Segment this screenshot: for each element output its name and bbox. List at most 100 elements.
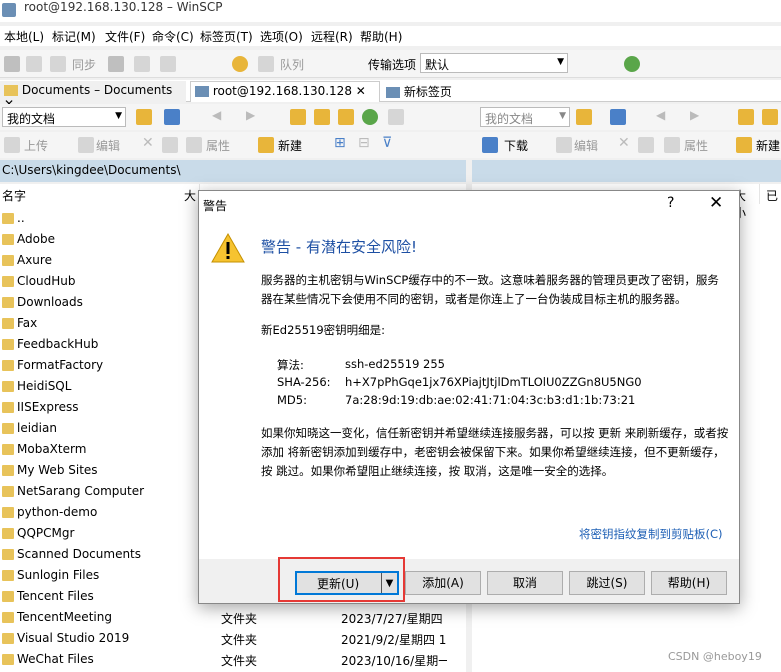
sync-label[interactable]: 同步: [72, 56, 96, 73]
properties-button[interactable]: 属性: [206, 137, 230, 154]
dialog-message: 服务器的主机密钥与WinSCP缓存中的不一致。这意味着服务器的管理员更改了密钥，…: [261, 273, 719, 306]
left-path-bar[interactable]: C:\Users\kingdee\Documents\: [0, 160, 466, 182]
back-icon[interactable]: ◀: [212, 108, 221, 122]
file-name: Visual Studio 2019: [17, 631, 130, 645]
file-name: QQPCMgr: [17, 526, 75, 540]
right-location-select[interactable]: 我的文档 ▼: [480, 107, 570, 127]
transfer-options-label: 传输选项: [368, 58, 417, 72]
folder-icon: [2, 486, 14, 497]
right-path-bar[interactable]: [472, 160, 781, 182]
refresh-icon[interactable]: [362, 109, 378, 125]
chevron-down-icon: ▼: [115, 111, 122, 121]
tab-remote-session[interactable]: root@192.168.130.128 ✕: [190, 81, 380, 102]
sha256-value: h+X7pPhGqe1jx76XPiajtJtjlDmTLOlU0ZZGn8U5…: [345, 375, 642, 389]
filter-icon[interactable]: [610, 109, 626, 125]
back-icon[interactable]: ◀: [656, 108, 665, 122]
column-header-changed[interactable]: 已: [764, 184, 781, 204]
home-icon[interactable]: [338, 109, 354, 125]
file-row[interactable]: TencentMeeting 文件夹 2023/7/27/星期四: [0, 608, 466, 629]
upload-icon[interactable]: [4, 137, 20, 153]
left-location-select[interactable]: 我的文档 ▼: [2, 107, 126, 127]
properties-icon[interactable]: [664, 137, 680, 153]
preferences-gear-icon[interactable]: [232, 56, 248, 72]
sync-icon[interactable]: [50, 56, 66, 72]
parent-dir-icon[interactable]: [290, 109, 306, 125]
close-icon[interactable]: ✕: [356, 84, 366, 98]
delete-icon[interactable]: ✕: [618, 135, 630, 151]
md5-label: MD5:: [277, 393, 307, 407]
skip-button[interactable]: 跳过(S): [569, 571, 645, 595]
delete-icon[interactable]: ✕: [142, 135, 154, 151]
menu-local[interactable]: 本地(L): [4, 28, 44, 45]
menu-command[interactable]: 命令(C): [152, 28, 194, 45]
select-icon[interactable]: ⊽: [382, 135, 392, 151]
menu-help[interactable]: 帮助(H): [360, 28, 402, 45]
compare-icon[interactable]: [4, 56, 20, 72]
close-icon[interactable]: ✕: [709, 193, 723, 213]
minus-icon[interactable]: ⊟: [358, 135, 370, 151]
folder-icon: [2, 465, 14, 476]
transfer-options-select[interactable]: 默认 ▼: [420, 53, 568, 73]
open-folder-icon[interactable]: [576, 109, 592, 125]
find-icon[interactable]: [388, 109, 404, 125]
menu-tabs[interactable]: 标签页(T): [200, 28, 253, 45]
menu-mark[interactable]: 标记(M): [52, 28, 96, 45]
properties-button[interactable]: 属性: [684, 137, 708, 154]
file-name: NetSarang Computer: [17, 484, 145, 498]
tab-label: Documents – Documents: [21, 83, 173, 97]
forward-icon[interactable]: ▶: [246, 108, 255, 122]
copy-fingerprint-link[interactable]: 将密钥指纹复制到剪贴板(C): [579, 526, 723, 542]
forward-icon[interactable]: ▶: [690, 108, 699, 122]
menu-options[interactable]: 选项(O): [260, 28, 303, 45]
rename-icon[interactable]: [638, 137, 654, 153]
transfer-icon[interactable]: [160, 56, 176, 72]
tab-label: 新标签页: [403, 85, 452, 99]
terminal-icon[interactable]: [108, 56, 124, 72]
menu-file[interactable]: 文件(F): [105, 28, 145, 45]
file-row[interactable]: WeChat Files 文件夹 2023/10/16/星期一: [0, 650, 466, 671]
file-name: Tencent Files: [17, 589, 94, 603]
tab-new[interactable]: 新标签页 ▼: [382, 81, 466, 114]
filter-icon[interactable]: [164, 109, 180, 125]
open-folder-icon[interactable]: [136, 109, 152, 125]
new-folder-icon[interactable]: [736, 137, 752, 153]
folder-icon: [2, 423, 14, 434]
new-folder-icon[interactable]: [258, 137, 274, 153]
edit-icon[interactable]: [78, 137, 94, 153]
root-dir-icon[interactable]: [314, 109, 330, 125]
file-name: MobaXterm: [17, 442, 87, 456]
queue-icon[interactable]: [258, 56, 274, 72]
download-icon[interactable]: [482, 137, 498, 153]
edit-button[interactable]: 编辑: [96, 137, 120, 154]
root-dir-icon[interactable]: [762, 109, 778, 125]
refresh-globe-icon[interactable]: [624, 56, 640, 72]
plus-icon[interactable]: ⊞: [334, 135, 346, 151]
file-row[interactable]: Visual Studio 2019 文件夹 2021/9/2/星期四 1: [0, 629, 466, 650]
copy-icon[interactable]: [134, 56, 150, 72]
upload-button[interactable]: 上传: [24, 137, 48, 154]
menu-remote[interactable]: 远程(R): [311, 28, 353, 45]
new-button[interactable]: 新建: [278, 137, 302, 154]
parent-dir-icon[interactable]: [738, 109, 754, 125]
file-name: WeChat Files: [17, 652, 94, 666]
session-tabs: Documents – Documents ✕ root@192.168.130…: [0, 80, 781, 114]
rename-icon[interactable]: [162, 137, 178, 153]
add-button[interactable]: 添加(A): [405, 571, 481, 595]
winscp-app-icon: [2, 3, 16, 17]
new-button[interactable]: 新建: [756, 137, 780, 154]
cancel-button[interactable]: 取消: [487, 571, 563, 595]
help-icon[interactable]: ?: [667, 195, 674, 211]
sync-browse-icon[interactable]: [26, 56, 42, 72]
file-name: TencentMeeting: [17, 610, 112, 624]
download-button[interactable]: 下载: [504, 137, 528, 154]
tab-documents[interactable]: Documents – Documents ✕: [0, 81, 186, 111]
column-header-name[interactable]: 名字: [0, 184, 200, 204]
title-bar: root@192.168.130.128 – WinSCP: [0, 0, 781, 22]
help-button[interactable]: 帮助(H): [651, 571, 727, 595]
edit-button[interactable]: 编辑: [574, 137, 598, 154]
properties-icon[interactable]: [186, 137, 202, 153]
window-title: root@192.168.130.128 – WinSCP: [24, 0, 223, 14]
edit-icon[interactable]: [556, 137, 572, 153]
folder-icon: [2, 549, 14, 560]
queue-label[interactable]: 队列: [280, 56, 304, 73]
